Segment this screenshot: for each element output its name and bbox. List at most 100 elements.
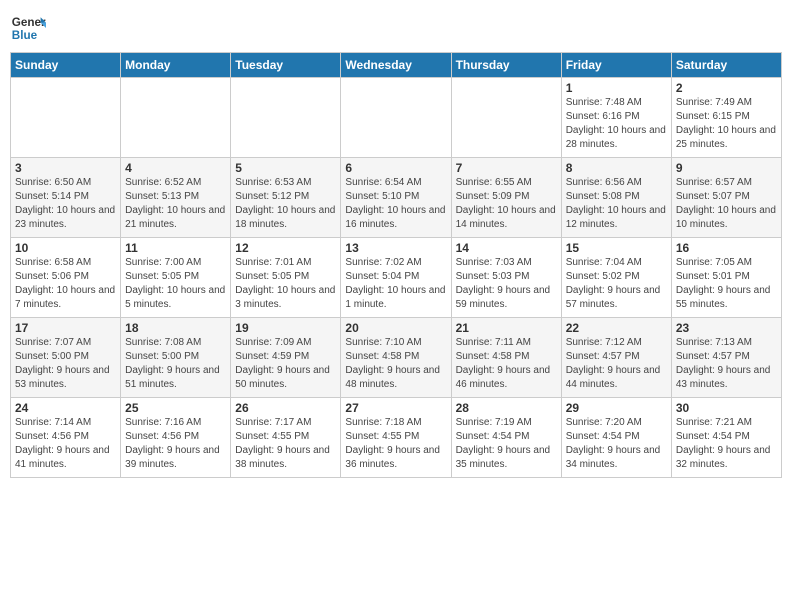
day-number: 21	[456, 321, 557, 335]
calendar-day-cell	[231, 78, 341, 158]
calendar-week-row: 10Sunrise: 6:58 AM Sunset: 5:06 PM Dayli…	[11, 238, 782, 318]
day-number: 18	[125, 321, 226, 335]
calendar-day-cell: 17Sunrise: 7:07 AM Sunset: 5:00 PM Dayli…	[11, 318, 121, 398]
calendar-day-cell: 5Sunrise: 6:53 AM Sunset: 5:12 PM Daylig…	[231, 158, 341, 238]
day-info: Sunrise: 7:03 AM Sunset: 5:03 PM Dayligh…	[456, 256, 557, 312]
calendar-week-row: 24Sunrise: 7:14 AM Sunset: 4:56 PM Dayli…	[11, 398, 782, 478]
day-info: Sunrise: 6:50 AM Sunset: 5:14 PM Dayligh…	[15, 176, 116, 232]
day-of-week-header: Sunday	[11, 53, 121, 78]
calendar-day-cell: 9Sunrise: 6:57 AM Sunset: 5:07 PM Daylig…	[671, 158, 781, 238]
day-info: Sunrise: 7:08 AM Sunset: 5:00 PM Dayligh…	[125, 336, 226, 392]
day-info: Sunrise: 7:04 AM Sunset: 5:02 PM Dayligh…	[566, 256, 667, 312]
day-info: Sunrise: 7:20 AM Sunset: 4:54 PM Dayligh…	[566, 416, 667, 472]
calendar-week-row: 17Sunrise: 7:07 AM Sunset: 5:00 PM Dayli…	[11, 318, 782, 398]
day-of-week-header: Thursday	[451, 53, 561, 78]
calendar-day-cell: 12Sunrise: 7:01 AM Sunset: 5:05 PM Dayli…	[231, 238, 341, 318]
day-info: Sunrise: 7:02 AM Sunset: 5:04 PM Dayligh…	[345, 256, 446, 312]
calendar-day-cell: 26Sunrise: 7:17 AM Sunset: 4:55 PM Dayli…	[231, 398, 341, 478]
day-number: 1	[566, 81, 667, 95]
calendar-day-cell: 29Sunrise: 7:20 AM Sunset: 4:54 PM Dayli…	[561, 398, 671, 478]
day-info: Sunrise: 7:21 AM Sunset: 4:54 PM Dayligh…	[676, 416, 777, 472]
calendar-day-cell: 23Sunrise: 7:13 AM Sunset: 4:57 PM Dayli…	[671, 318, 781, 398]
calendar-day-cell	[121, 78, 231, 158]
calendar-day-cell	[341, 78, 451, 158]
day-info: Sunrise: 7:13 AM Sunset: 4:57 PM Dayligh…	[676, 336, 777, 392]
day-info: Sunrise: 7:17 AM Sunset: 4:55 PM Dayligh…	[235, 416, 336, 472]
calendar-day-cell: 7Sunrise: 6:55 AM Sunset: 5:09 PM Daylig…	[451, 158, 561, 238]
day-number: 15	[566, 241, 667, 255]
day-number: 10	[15, 241, 116, 255]
day-info: Sunrise: 7:10 AM Sunset: 4:58 PM Dayligh…	[345, 336, 446, 392]
day-number: 22	[566, 321, 667, 335]
day-number: 19	[235, 321, 336, 335]
day-number: 17	[15, 321, 116, 335]
calendar-week-row: 3Sunrise: 6:50 AM Sunset: 5:14 PM Daylig…	[11, 158, 782, 238]
day-info: Sunrise: 7:18 AM Sunset: 4:55 PM Dayligh…	[345, 416, 446, 472]
calendar-day-cell: 13Sunrise: 7:02 AM Sunset: 5:04 PM Dayli…	[341, 238, 451, 318]
calendar-day-cell: 2Sunrise: 7:49 AM Sunset: 6:15 PM Daylig…	[671, 78, 781, 158]
calendar-day-cell: 24Sunrise: 7:14 AM Sunset: 4:56 PM Dayli…	[11, 398, 121, 478]
day-number: 3	[15, 161, 116, 175]
day-of-week-header: Monday	[121, 53, 231, 78]
logo: General Blue	[10, 10, 46, 46]
day-number: 20	[345, 321, 446, 335]
calendar-day-cell: 8Sunrise: 6:56 AM Sunset: 5:08 PM Daylig…	[561, 158, 671, 238]
calendar-day-cell: 21Sunrise: 7:11 AM Sunset: 4:58 PM Dayli…	[451, 318, 561, 398]
calendar-day-cell: 10Sunrise: 6:58 AM Sunset: 5:06 PM Dayli…	[11, 238, 121, 318]
day-of-week-header: Saturday	[671, 53, 781, 78]
day-info: Sunrise: 7:19 AM Sunset: 4:54 PM Dayligh…	[456, 416, 557, 472]
svg-text:Blue: Blue	[12, 29, 38, 42]
day-number: 12	[235, 241, 336, 255]
calendar-day-cell: 16Sunrise: 7:05 AM Sunset: 5:01 PM Dayli…	[671, 238, 781, 318]
day-number: 11	[125, 241, 226, 255]
day-number: 28	[456, 401, 557, 415]
day-info: Sunrise: 7:12 AM Sunset: 4:57 PM Dayligh…	[566, 336, 667, 392]
logo-icon: General Blue	[10, 10, 46, 46]
calendar-day-cell: 27Sunrise: 7:18 AM Sunset: 4:55 PM Dayli…	[341, 398, 451, 478]
day-info: Sunrise: 7:05 AM Sunset: 5:01 PM Dayligh…	[676, 256, 777, 312]
day-number: 16	[676, 241, 777, 255]
day-number: 30	[676, 401, 777, 415]
day-info: Sunrise: 7:07 AM Sunset: 5:00 PM Dayligh…	[15, 336, 116, 392]
calendar-day-cell: 28Sunrise: 7:19 AM Sunset: 4:54 PM Dayli…	[451, 398, 561, 478]
day-number: 7	[456, 161, 557, 175]
day-of-week-header: Tuesday	[231, 53, 341, 78]
day-info: Sunrise: 7:49 AM Sunset: 6:15 PM Dayligh…	[676, 96, 777, 152]
calendar-header-row: SundayMondayTuesdayWednesdayThursdayFrid…	[11, 53, 782, 78]
calendar-day-cell: 6Sunrise: 6:54 AM Sunset: 5:10 PM Daylig…	[341, 158, 451, 238]
day-of-week-header: Friday	[561, 53, 671, 78]
calendar-day-cell: 11Sunrise: 7:00 AM Sunset: 5:05 PM Dayli…	[121, 238, 231, 318]
calendar-day-cell: 25Sunrise: 7:16 AM Sunset: 4:56 PM Dayli…	[121, 398, 231, 478]
calendar-day-cell: 4Sunrise: 6:52 AM Sunset: 5:13 PM Daylig…	[121, 158, 231, 238]
calendar-day-cell: 1Sunrise: 7:48 AM Sunset: 6:16 PM Daylig…	[561, 78, 671, 158]
calendar-table: SundayMondayTuesdayWednesdayThursdayFrid…	[10, 52, 782, 478]
calendar-day-cell: 15Sunrise: 7:04 AM Sunset: 5:02 PM Dayli…	[561, 238, 671, 318]
day-number: 24	[15, 401, 116, 415]
calendar-day-cell: 19Sunrise: 7:09 AM Sunset: 4:59 PM Dayli…	[231, 318, 341, 398]
day-number: 6	[345, 161, 446, 175]
day-info: Sunrise: 7:00 AM Sunset: 5:05 PM Dayligh…	[125, 256, 226, 312]
day-info: Sunrise: 6:53 AM Sunset: 5:12 PM Dayligh…	[235, 176, 336, 232]
day-info: Sunrise: 6:58 AM Sunset: 5:06 PM Dayligh…	[15, 256, 116, 312]
day-number: 8	[566, 161, 667, 175]
day-info: Sunrise: 7:01 AM Sunset: 5:05 PM Dayligh…	[235, 256, 336, 312]
calendar-day-cell: 22Sunrise: 7:12 AM Sunset: 4:57 PM Dayli…	[561, 318, 671, 398]
day-info: Sunrise: 7:14 AM Sunset: 4:56 PM Dayligh…	[15, 416, 116, 472]
day-info: Sunrise: 7:16 AM Sunset: 4:56 PM Dayligh…	[125, 416, 226, 472]
day-number: 14	[456, 241, 557, 255]
calendar-day-cell: 3Sunrise: 6:50 AM Sunset: 5:14 PM Daylig…	[11, 158, 121, 238]
day-of-week-header: Wednesday	[341, 53, 451, 78]
day-number: 9	[676, 161, 777, 175]
day-info: Sunrise: 6:56 AM Sunset: 5:08 PM Dayligh…	[566, 176, 667, 232]
day-info: Sunrise: 7:48 AM Sunset: 6:16 PM Dayligh…	[566, 96, 667, 152]
calendar-day-cell: 14Sunrise: 7:03 AM Sunset: 5:03 PM Dayli…	[451, 238, 561, 318]
day-number: 5	[235, 161, 336, 175]
day-info: Sunrise: 6:55 AM Sunset: 5:09 PM Dayligh…	[456, 176, 557, 232]
day-number: 27	[345, 401, 446, 415]
day-number: 29	[566, 401, 667, 415]
calendar-day-cell: 18Sunrise: 7:08 AM Sunset: 5:00 PM Dayli…	[121, 318, 231, 398]
calendar-day-cell	[451, 78, 561, 158]
day-number: 23	[676, 321, 777, 335]
day-number: 4	[125, 161, 226, 175]
day-number: 2	[676, 81, 777, 95]
